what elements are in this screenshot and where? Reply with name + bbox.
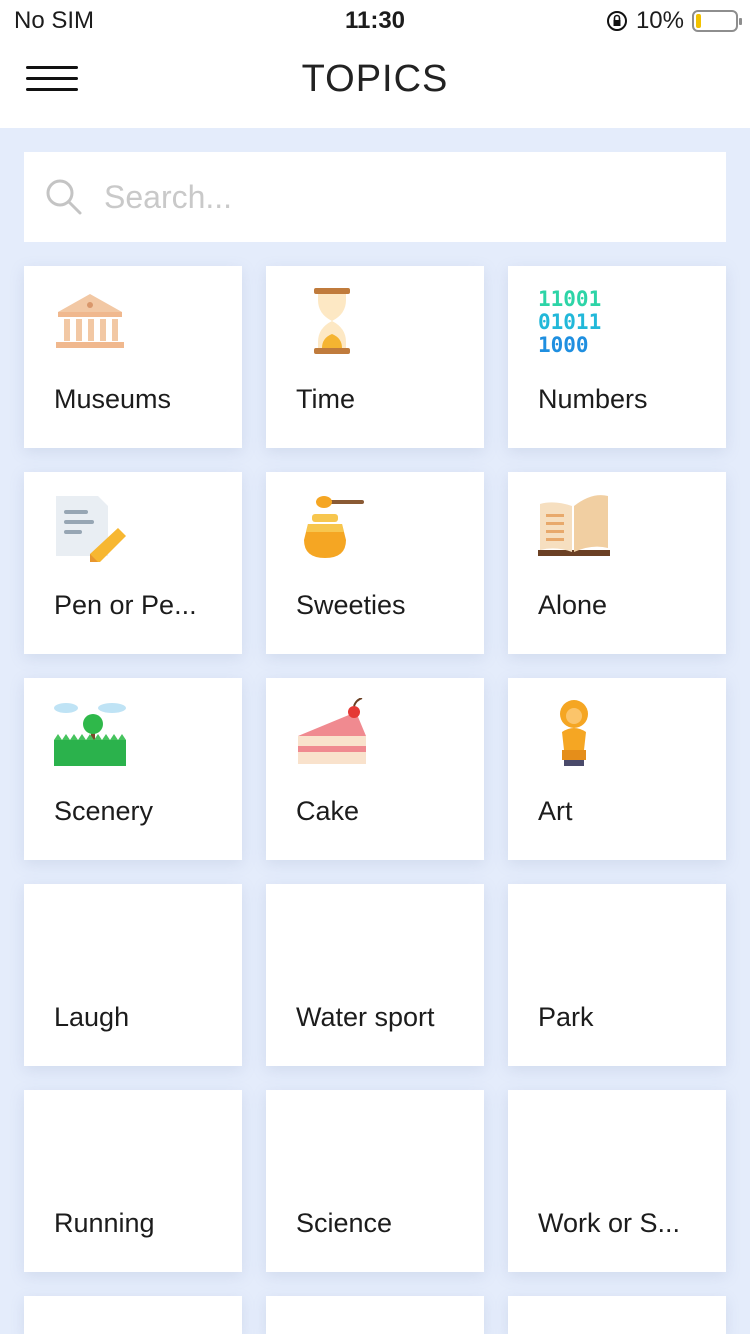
museum-icon <box>56 294 124 348</box>
topic-label: Alone <box>538 590 608 620</box>
topic-label: Cake <box>296 796 360 826</box>
cake-slice-icon <box>298 698 366 764</box>
topic-card[interactable]: Work or S... <box>508 1090 726 1272</box>
search-input[interactable] <box>104 178 664 216</box>
bust-statue-icon <box>560 700 588 766</box>
topic-card[interactable]: Park <box>508 884 726 1066</box>
hourglass-icon <box>314 288 350 354</box>
landscape-icon <box>54 703 126 766</box>
search-bar[interactable] <box>24 152 726 242</box>
status-right: 10% <box>606 7 742 35</box>
topic-label: Pen or Pe... <box>54 590 197 620</box>
svg-text:01011: 01011 <box>538 310 601 334</box>
page-title: TOPICS <box>301 58 449 100</box>
topic-card[interactable]: Scenery <box>24 678 242 860</box>
topic-card[interactable]: Time <box>266 266 484 448</box>
topic-card[interactable]: Science <box>266 1090 484 1272</box>
topic-card[interactable]: Water sport <box>266 884 484 1066</box>
topic-label: Laugh <box>54 1002 130 1032</box>
topic-card[interactable]: Laugh <box>24 884 242 1066</box>
topic-card[interactable] <box>508 1296 726 1334</box>
topic-label: Park <box>538 1002 594 1032</box>
topic-card[interactable]: Sweeties <box>266 472 484 654</box>
topic-card[interactable]: 11001 01011 1000 Numbers <box>508 266 726 448</box>
topic-label: Numbers <box>538 384 648 414</box>
topic-card[interactable] <box>266 1296 484 1334</box>
svg-text:11001: 11001 <box>538 287 601 311</box>
topic-label: Museums <box>54 384 172 414</box>
topic-label: Science <box>296 1208 393 1238</box>
top-bar: No SIM 11:30 10% TOPICS <box>0 0 750 128</box>
honey-jar-icon <box>304 496 364 558</box>
binary-numbers-icon: 11001 01011 1000 <box>538 287 601 356</box>
topic-card[interactable] <box>24 1296 242 1334</box>
topic-label: Running <box>54 1208 155 1238</box>
topic-card[interactable]: Cake <box>266 678 484 860</box>
topic-card[interactable]: Running <box>24 1090 242 1272</box>
topic-label: Time <box>296 384 355 414</box>
topic-label: Water sport <box>296 1002 435 1032</box>
topic-label: Sweeties <box>296 590 406 620</box>
open-book-icon <box>538 495 610 556</box>
battery-percent: 10% <box>635 7 684 34</box>
battery-icon <box>692 10 742 32</box>
topic-card[interactable]: Alone <box>508 472 726 654</box>
topic-label: Work or S... <box>538 1208 681 1238</box>
document-pencil-icon <box>56 496 126 562</box>
search-icon <box>46 179 82 215</box>
orientation-lock-icon <box>606 11 627 31</box>
topics-grid: Museums Time 11001 01011 1000 Numbers Pe… <box>24 266 726 1334</box>
status-bar: No SIM 11:30 10% <box>0 0 750 40</box>
topic-card[interactable]: Art <box>508 678 726 860</box>
svg-text:1000: 1000 <box>538 333 589 356</box>
topic-label: Scenery <box>54 796 154 826</box>
topic-card[interactable]: Pen or Pe... <box>24 472 242 654</box>
topic-card[interactable]: Museums <box>24 266 242 448</box>
topic-label: Art <box>538 796 573 826</box>
